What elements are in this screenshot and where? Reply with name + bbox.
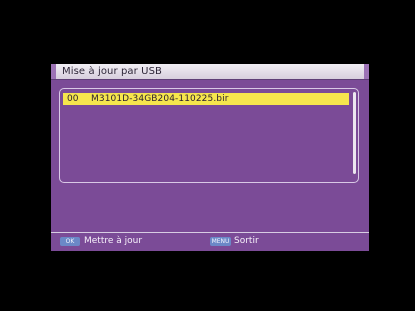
dialog-title-bar: Mise à jour par USB [51,64,369,80]
exit-label[interactable]: Sortir [234,235,259,248]
title-bar-left-cap [51,64,56,79]
file-item-name: M3101D-34GB204-110225.bir [91,94,229,104]
file-list-scrollbar[interactable] [353,92,356,174]
file-list[interactable]: 00 M3101D-34GB204-110225.bir [59,88,359,183]
menu-key-icon[interactable]: MENU [210,237,231,246]
tv-screen: Mise à jour par USB 00 M3101D-34GB204-11… [0,0,415,311]
scrollbar-thumb[interactable] [353,92,356,174]
file-list-item[interactable]: 00 M3101D-34GB204-110225.bir [63,93,349,105]
title-bar-right-cap [364,64,369,79]
ok-key-icon[interactable]: OK [60,237,80,246]
file-item-number: 00 [67,94,79,104]
update-label[interactable]: Mettre à jour [84,235,142,248]
dialog-title: Mise à jour par USB [62,66,162,77]
footer-divider [51,232,369,233]
usb-update-dialog: Mise à jour par USB 00 M3101D-34GB204-11… [51,64,369,251]
footer-bar: OK Mettre à jour MENU Sortir [51,234,369,249]
